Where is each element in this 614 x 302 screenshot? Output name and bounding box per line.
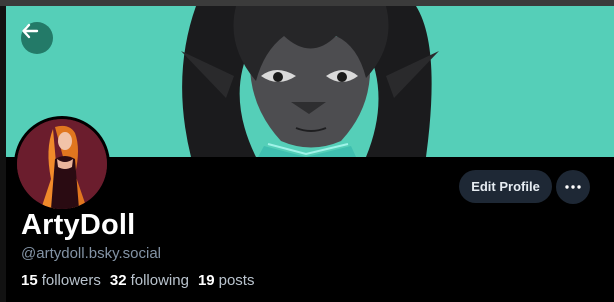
edit-profile-button[interactable]: Edit Profile [459,170,552,203]
followers-count: 15 [21,272,38,289]
more-options-button[interactable] [556,170,590,204]
avatar-image [17,119,107,209]
app-window: Edit Profile ArtyDoll @artydoll.bsky.soc… [0,0,614,302]
following-stat[interactable]: 32 following [110,272,189,289]
display-name: ArtyDoll [21,209,136,241]
ellipsis-icon [565,185,581,189]
followers-label: followers [41,272,101,289]
edit-profile-label: Edit Profile [471,179,540,194]
arrow-left-icon [22,23,39,39]
following-count: 32 [109,272,127,289]
posts-label: posts [218,272,255,289]
followers-stat[interactable]: 15 followers [21,272,101,289]
back-button[interactable] [21,22,53,54]
profile-stats: 15 followers 32 following 19 posts [21,272,254,289]
avatar[interactable] [14,116,110,212]
profile-handle: @artydoll.bsky.social [21,245,161,262]
following-label: following [130,272,189,289]
posts-count: 19 [197,272,215,289]
posts-stat: 19 posts [198,272,255,289]
